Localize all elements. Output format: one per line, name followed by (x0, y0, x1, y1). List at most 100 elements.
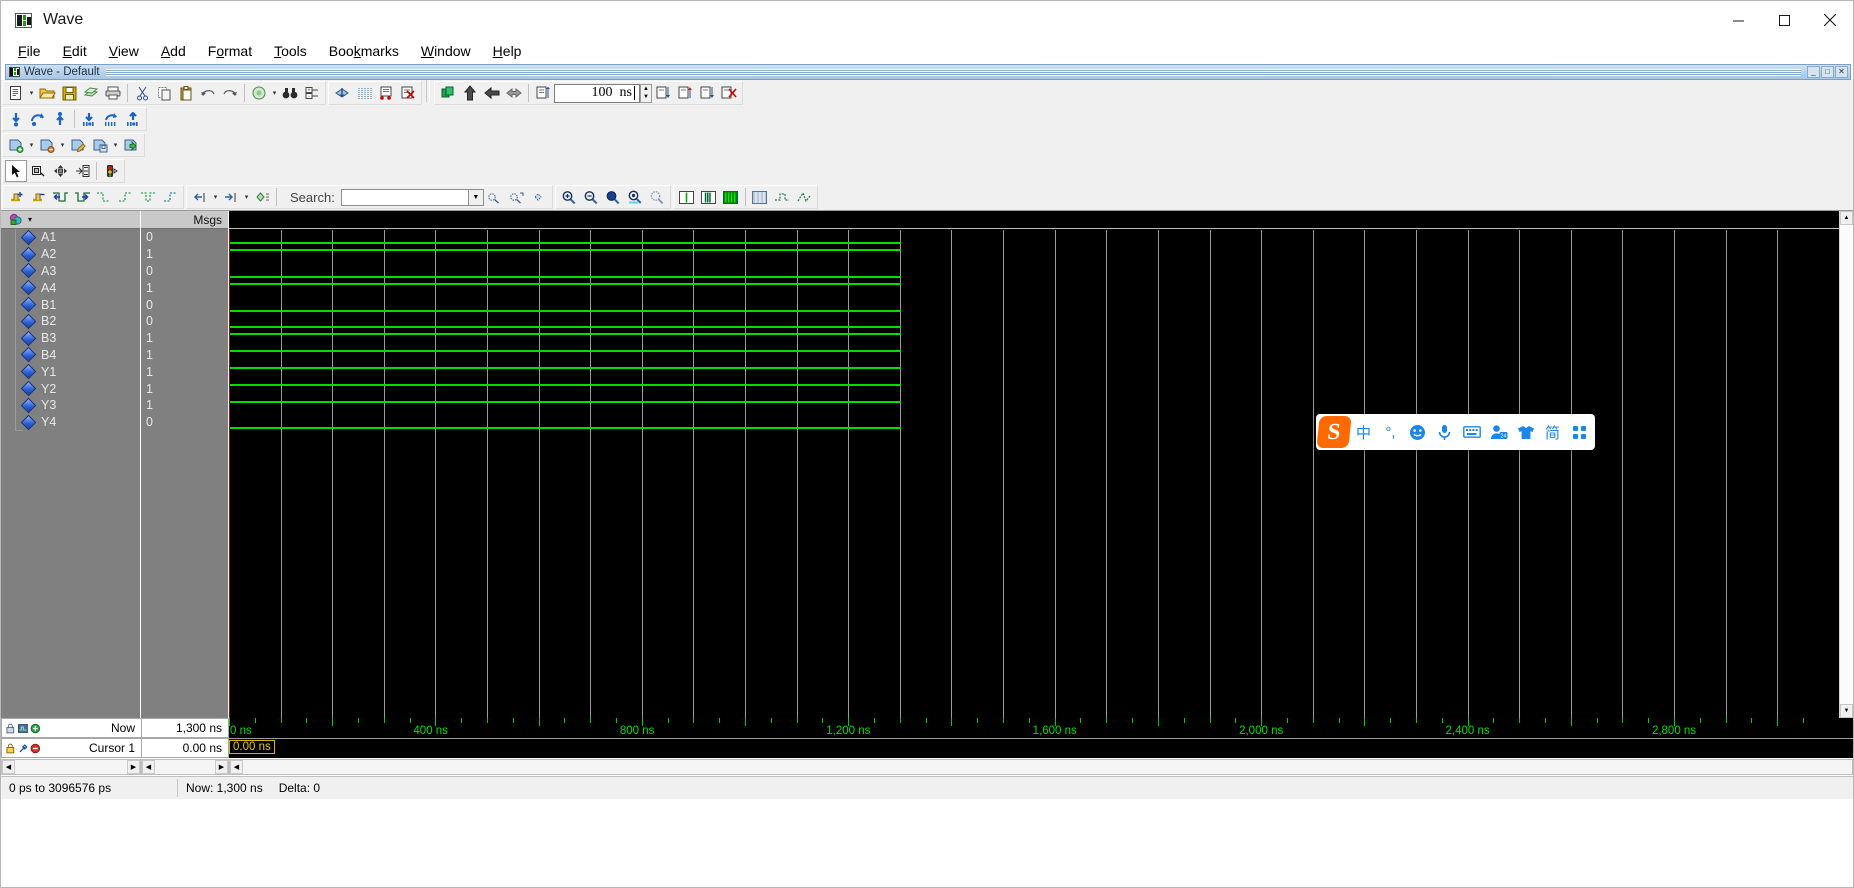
rotate-icon[interactable] (27, 108, 49, 130)
search-prev-icon[interactable] (484, 186, 506, 208)
insert-cursor-icon[interactable] (331, 82, 353, 104)
copy-icon[interactable] (153, 82, 175, 104)
minimize-button[interactable] (1715, 1, 1761, 39)
pan-icon[interactable] (49, 160, 71, 182)
rotate-edge-icon[interactable] (100, 108, 122, 130)
scroll-right-button[interactable]: ▶ (127, 760, 140, 774)
bookmark-edit-icon[interactable] (67, 134, 89, 156)
scroll-down-button[interactable]: ▼ (1840, 704, 1853, 718)
zoom-box-icon[interactable] (27, 160, 49, 182)
time-ruler[interactable]: 0 ns 400 ns 800 ns 1,200 ns 1,600 ns 2,000 ns… (229, 718, 1853, 738)
find-falling-icon[interactable] (93, 186, 115, 208)
zoom-out-icon[interactable] (580, 186, 602, 208)
find-any-icon[interactable] (137, 186, 159, 208)
new-document-icon[interactable] (5, 82, 27, 104)
signal-row-y2[interactable]: Y2 (1, 380, 140, 397)
up-to-edge-icon[interactable] (122, 108, 144, 130)
signal-row-b2[interactable]: B2 (1, 313, 140, 330)
format-analog-icon[interactable] (698, 186, 720, 208)
menu-view[interactable]: View (98, 40, 150, 62)
run-length-stepper-down[interactable]: ▼ (641, 93, 651, 102)
punctuation-icon[interactable]: °, (1377, 415, 1404, 449)
bookmark-add-caret-icon[interactable]: ▾ (27, 134, 36, 156)
value-pane-hscrollbar[interactable]: ◀ ▶ (141, 759, 229, 775)
new-document-caret-icon[interactable]: ▾ (27, 82, 36, 104)
name-pane-hscrollbar[interactable]: ◀ ▶ (1, 759, 141, 775)
edit-mode-icon[interactable] (71, 160, 93, 182)
select-tool-icon[interactable] (5, 160, 27, 182)
find-rising-icon[interactable] (115, 186, 137, 208)
expand-all-caret-icon[interactable]: ▾ (211, 186, 220, 208)
down-to-edge-icon[interactable] (78, 108, 100, 130)
waveform-canvas[interactable] (229, 211, 1839, 718)
signal-row-b3[interactable]: B3 (1, 330, 140, 347)
scroll-left-button[interactable]: ◀ (2, 760, 15, 774)
run-length-stepper[interactable]: ▲ ▼ (640, 83, 652, 103)
search-options-icon[interactable] (528, 186, 550, 208)
restart-icon[interactable] (437, 82, 459, 104)
cursor-1-line[interactable] (229, 230, 230, 718)
menu-window[interactable]: Window (410, 40, 482, 62)
radix-icon[interactable] (771, 186, 793, 208)
collapse-all-icon[interactable] (220, 186, 242, 208)
menu-help[interactable]: Help (482, 40, 533, 62)
run-length-icon[interactable] (532, 82, 554, 104)
grid-toggle-icon[interactable] (749, 186, 771, 208)
scroll-left-button[interactable]: ◀ (230, 760, 243, 774)
mdi-close-button[interactable]: ✕ (1835, 66, 1848, 78)
insert-cursor-del-icon[interactable] (27, 186, 49, 208)
user-24-icon[interactable]: 24 (1485, 415, 1512, 449)
search-next-icon[interactable] (506, 186, 528, 208)
signal-row-y4[interactable]: Y4 (1, 414, 140, 431)
undo-icon[interactable] (197, 82, 219, 104)
cursor-time-badge[interactable]: 0.00 ns (229, 740, 275, 754)
microphone-icon[interactable] (1431, 415, 1458, 449)
signal-row-y3[interactable]: Y3 (1, 397, 140, 414)
menu-edit[interactable]: Edit (52, 40, 98, 62)
continue-icon[interactable] (481, 82, 503, 104)
find-last-icon[interactable] (159, 186, 181, 208)
signal-row-b4[interactable]: B4 (1, 347, 140, 364)
chevron-down-icon[interactable]: ▼ (468, 188, 484, 206)
print-icon[interactable] (102, 82, 124, 104)
vertical-scroll-track[interactable] (1840, 225, 1853, 704)
zoom-in-icon[interactable] (558, 186, 580, 208)
zoom-full-icon[interactable] (602, 186, 624, 208)
annotate-icon[interactable] (375, 82, 397, 104)
format-literal-icon[interactable] (676, 186, 698, 208)
expand-selected-icon[interactable] (251, 186, 273, 208)
close-button[interactable] (1807, 1, 1853, 39)
menu-file[interactable]: File (7, 40, 52, 62)
skin-shirt-icon[interactable] (1512, 415, 1539, 449)
up-arrow-icon[interactable] (49, 108, 71, 130)
menu-add[interactable]: Add (150, 40, 197, 62)
toolbox-grid-icon[interactable] (1566, 415, 1593, 449)
paste-icon[interactable] (175, 82, 197, 104)
bookmark-add-icon[interactable] (5, 134, 27, 156)
chinese-mode-icon[interactable]: 中 (1350, 415, 1377, 449)
cursor-track[interactable]: 0.00 ns (229, 738, 1853, 758)
next-transition-icon[interactable] (71, 186, 93, 208)
step-icon[interactable] (652, 82, 674, 104)
break-icon[interactable] (718, 82, 740, 104)
reload-icon[interactable] (80, 82, 102, 104)
mdi-minimize-button[interactable]: _ (1807, 66, 1820, 78)
save-icon[interactable] (58, 82, 80, 104)
cut-icon[interactable] (131, 82, 153, 104)
emoji-icon[interactable] (1404, 415, 1431, 449)
step-over-icon[interactable] (674, 82, 696, 104)
grid-icon[interactable] (353, 82, 375, 104)
wave-pane-hscrollbar[interactable]: ◀ (229, 759, 1853, 775)
signal-row-a4[interactable]: A4 (1, 279, 140, 296)
signal-row-y1[interactable]: Y1 (1, 363, 140, 380)
format-bus-icon[interactable] (720, 186, 742, 208)
scroll-right-button[interactable]: ▶ (215, 760, 228, 774)
menu-tools[interactable]: Tools (263, 40, 318, 62)
bookmark-remove-icon[interactable] (36, 134, 58, 156)
find-binoculars-icon[interactable] (279, 82, 301, 104)
menu-bookmarks[interactable]: Bookmarks (318, 40, 410, 62)
compile-caret-icon[interactable]: ▾ (270, 82, 279, 104)
redo-icon[interactable] (219, 82, 241, 104)
signal-row-a2[interactable]: A2 (1, 246, 140, 263)
soft-keyboard-icon[interactable] (1458, 415, 1485, 449)
